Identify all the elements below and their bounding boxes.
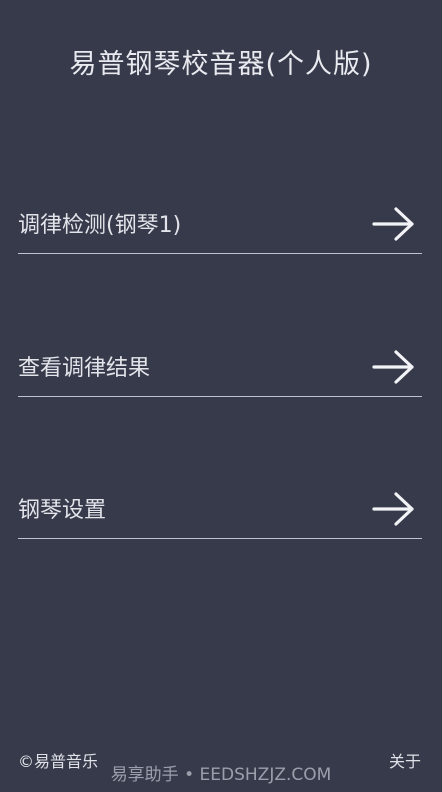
arrow-right-icon <box>372 207 414 241</box>
arrow-right-icon <box>372 350 414 384</box>
arrow-right-icon <box>372 492 414 526</box>
about-link[interactable]: 关于 <box>389 748 421 772</box>
menu-item-piano-settings[interactable]: 钢琴设置 <box>18 478 422 539</box>
menu-item-label: 钢琴设置 <box>18 498 107 523</box>
page-title: 易普钢琴校音器(个人版) <box>69 49 373 80</box>
menu-item-tuning-check[interactable]: 调律检测(钢琴1) <box>18 193 422 254</box>
copyright-text: ©易普音乐 <box>18 752 99 771</box>
menu-item-label: 调律检测(钢琴1) <box>18 213 182 238</box>
menu-item-label: 查看调律结果 <box>18 356 151 381</box>
menu-item-view-results[interactable]: 查看调律结果 <box>18 336 422 397</box>
